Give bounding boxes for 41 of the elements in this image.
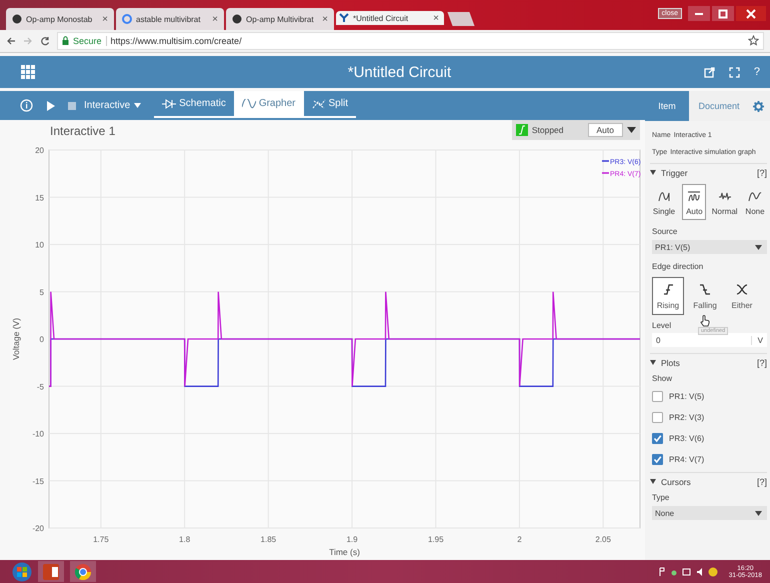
graph-title: Interactive 1 <box>50 124 116 138</box>
plot-label: PR4: V(7) <box>669 455 704 464</box>
x-tick-label: 2.05 <box>595 535 611 544</box>
y-tick-label: -5 <box>36 382 44 392</box>
status-text: Stopped <box>532 125 564 135</box>
y-tick-label: 20 <box>35 146 44 155</box>
y-tick-label: 15 <box>35 193 44 202</box>
level-label: Level <box>652 320 672 332</box>
plot-label: PR1: V(5) <box>669 392 704 401</box>
tab-title: astable multivibrat <box>136 14 202 24</box>
y-tick-label: -15 <box>32 476 44 486</box>
y-axis-title: Voltage (V) <box>11 318 21 360</box>
x-axis-title: Time (s) <box>329 547 360 557</box>
section-title: Plots <box>661 358 680 368</box>
tab-title: Op-amp Monostab <box>26 14 94 24</box>
y-tick-label: 0 <box>40 335 44 344</box>
section-title: Trigger <box>661 168 688 178</box>
edge-direction-label: Edge direction <box>652 261 704 273</box>
x-tick-label: 2 <box>517 535 522 544</box>
plot-label: PR2: V(3) <box>669 413 704 422</box>
y-tick-label: 5 <box>40 288 44 297</box>
unit-label: V <box>750 336 763 344</box>
type-label: Type <box>652 492 670 504</box>
show-label: Show <box>652 373 672 385</box>
y-tick-label: -20 <box>32 524 44 533</box>
tab-title: Op-amp Multivibrat <box>246 14 315 24</box>
y-tick-label: 10 <box>35 240 44 250</box>
secure-label: Secure <box>73 36 107 46</box>
x-tick-label: 1.75 <box>93 535 109 544</box>
tab-title: *Untitled Circuit <box>353 14 410 22</box>
x-tick-label: 1.85 <box>260 535 276 544</box>
url-text: https://www.multisim.com/create/ <box>110 36 242 46</box>
x-tick-label: 1.95 <box>428 535 444 544</box>
plot-label: PR3: V(6) <box>669 434 704 443</box>
level-value: 0 <box>656 336 660 344</box>
x-tick-label: 1.8 <box>179 535 190 544</box>
source-label: Source <box>652 226 678 238</box>
x-tick-label: 1.9 <box>346 535 358 544</box>
y-tick-label: -10 <box>32 430 44 438</box>
section-title: Cursors <box>661 476 691 486</box>
circuit-title: *Untitled Circuit <box>348 64 452 80</box>
